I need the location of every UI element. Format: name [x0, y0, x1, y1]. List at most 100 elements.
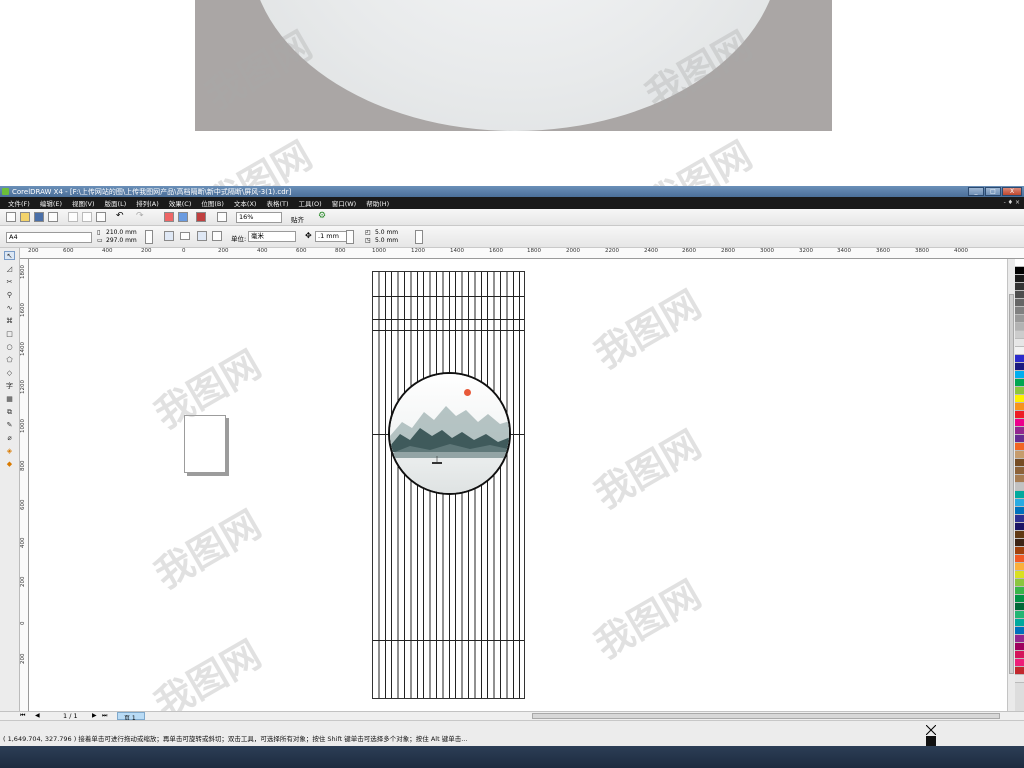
palette-swatch[interactable]: [1015, 299, 1024, 307]
options-icon[interactable]: ⚙: [318, 212, 328, 222]
palette-swatch[interactable]: [1015, 395, 1024, 403]
menu-edit[interactable]: 编辑(E): [40, 198, 62, 208]
palette-swatch[interactable]: [1015, 475, 1024, 483]
palette-swatch[interactable]: [1015, 355, 1024, 363]
palette-swatch[interactable]: [1015, 515, 1024, 523]
pick-tool-icon[interactable]: ↖: [4, 251, 15, 260]
fill-indicator-icon[interactable]: [925, 724, 937, 736]
menu-tools[interactable]: 工具(O): [299, 198, 322, 208]
ellipse-tool-icon[interactable]: ○: [4, 343, 15, 352]
palette-swatch[interactable]: [1015, 603, 1024, 611]
table-tool-icon[interactable]: ▦: [4, 395, 15, 404]
palette-swatch[interactable]: [1015, 347, 1024, 355]
palette-swatch[interactable]: [1015, 419, 1024, 427]
undo-icon[interactable]: ↶: [116, 212, 126, 222]
palette-swatch[interactable]: [1015, 619, 1024, 627]
duplicate-spinner[interactable]: [415, 230, 423, 244]
menu-arrange[interactable]: 排列(A): [136, 198, 159, 208]
welcome-screen-icon[interactable]: [217, 212, 227, 222]
smart-fill-tool-icon[interactable]: ⌘: [4, 317, 15, 326]
palette-swatch[interactable]: [1015, 323, 1024, 331]
text-tool-icon[interactable]: 字: [4, 382, 15, 391]
minimize-button[interactable]: _: [968, 187, 984, 196]
palette-swatch[interactable]: [1015, 459, 1024, 467]
last-page-icon[interactable]: ⏭: [102, 712, 107, 720]
palette-swatch[interactable]: [1015, 499, 1024, 507]
menu-layout[interactable]: 版面(L): [105, 198, 127, 208]
palette-swatch[interactable]: [1015, 307, 1024, 315]
menu-window[interactable]: 窗口(W): [332, 198, 357, 208]
eyedropper-tool-icon[interactable]: ✎: [4, 421, 15, 430]
nudge-spinner[interactable]: [346, 230, 354, 244]
a4-page-outline[interactable]: [184, 415, 226, 473]
snap-to-label[interactable]: 贴齐: [291, 214, 304, 224]
vertical-ruler[interactable]: 1800 1600 1400 1200 1000 800 600 400 200…: [20, 259, 29, 711]
palette-swatch[interactable]: [1015, 635, 1024, 643]
palette-swatch[interactable]: [1015, 267, 1024, 275]
palette-swatch[interactable]: [1015, 371, 1024, 379]
palette-swatch[interactable]: [1015, 539, 1024, 547]
palette-swatch[interactable]: [1015, 483, 1024, 491]
color-palette[interactable]: [1015, 259, 1024, 711]
palette-swatch[interactable]: [1015, 443, 1024, 451]
vertical-scrollbar[interactable]: [1007, 259, 1015, 711]
all-pages-icon[interactable]: [197, 231, 207, 241]
freehand-tool-icon[interactable]: ∿: [4, 304, 15, 313]
palette-swatch[interactable]: [1015, 675, 1024, 683]
palette-swatch[interactable]: [1015, 291, 1024, 299]
palette-swatch[interactable]: [1015, 379, 1024, 387]
palette-swatch[interactable]: [1015, 363, 1024, 371]
palette-swatch[interactable]: [1015, 259, 1024, 267]
next-page-icon[interactable]: ▶: [92, 712, 97, 719]
landscape-painting-circle[interactable]: [388, 372, 511, 495]
first-page-icon[interactable]: ⏮: [20, 712, 25, 720]
menu-text[interactable]: 文本(X): [234, 198, 257, 208]
page-height-value[interactable]: 297.0 mm: [106, 237, 137, 244]
save-icon[interactable]: [34, 212, 44, 222]
current-page-icon[interactable]: [212, 231, 222, 241]
palette-swatch[interactable]: [1015, 331, 1024, 339]
close-button[interactable]: X: [1002, 187, 1022, 196]
zoom-tool-icon[interactable]: ⚲: [4, 291, 15, 300]
palette-swatch[interactable]: [1015, 555, 1024, 563]
palette-swatch[interactable]: [1015, 403, 1024, 411]
palette-swatch[interactable]: [1015, 275, 1024, 283]
paste-icon[interactable]: [96, 212, 106, 222]
palette-swatch[interactable]: [1015, 339, 1024, 347]
menu-bitmaps[interactable]: 位图(B): [201, 198, 224, 208]
rectangle-tool-icon[interactable]: □: [4, 330, 15, 339]
palette-swatch[interactable]: [1015, 435, 1024, 443]
print-icon[interactable]: [48, 212, 58, 222]
palette-swatch[interactable]: [1015, 651, 1024, 659]
palette-swatch[interactable]: [1015, 427, 1024, 435]
copy-icon[interactable]: [82, 212, 92, 222]
palette-swatch[interactable]: [1015, 523, 1024, 531]
palette-swatch[interactable]: [1015, 563, 1024, 571]
units-select[interactable]: 毫米: [248, 231, 296, 242]
palette-swatch[interactable]: [1015, 283, 1024, 291]
palette-swatch[interactable]: [1015, 579, 1024, 587]
palette-swatch[interactable]: [1015, 467, 1024, 475]
palette-swatch[interactable]: [1015, 531, 1024, 539]
duplicate-y-value[interactable]: 5.0 mm: [375, 237, 398, 244]
polygon-tool-icon[interactable]: ⬠: [4, 356, 15, 365]
palette-swatch[interactable]: [1015, 491, 1024, 499]
palette-swatch[interactable]: [1015, 571, 1024, 579]
palette-swatch[interactable]: [1015, 315, 1024, 323]
menu-effects[interactable]: 效果(C): [169, 198, 192, 208]
horizontal-ruler[interactable]: 200 600 400 200 0 200 400 600 800 1000 1…: [20, 248, 1024, 259]
menu-file[interactable]: 文件(F): [8, 198, 30, 208]
app-launcher-icon[interactable]: [196, 212, 206, 222]
portrait-icon[interactable]: [164, 231, 174, 241]
zoom-level-select[interactable]: 16%: [236, 212, 282, 223]
cut-icon[interactable]: [68, 212, 78, 222]
palette-swatch[interactable]: [1015, 547, 1024, 555]
size-spinner[interactable]: [145, 230, 153, 244]
shape-tool-icon[interactable]: ◿: [4, 265, 15, 274]
menu-view[interactable]: 视图(V): [72, 198, 95, 208]
palette-swatch[interactable]: [1015, 587, 1024, 595]
drawing-canvas[interactable]: 我图网 我图网 我图网 我图网 我图网 我图网: [29, 259, 1007, 711]
menu-table[interactable]: 表格(T): [266, 198, 288, 208]
palette-swatch[interactable]: [1015, 611, 1024, 619]
page-size-select[interactable]: A4: [6, 232, 92, 243]
